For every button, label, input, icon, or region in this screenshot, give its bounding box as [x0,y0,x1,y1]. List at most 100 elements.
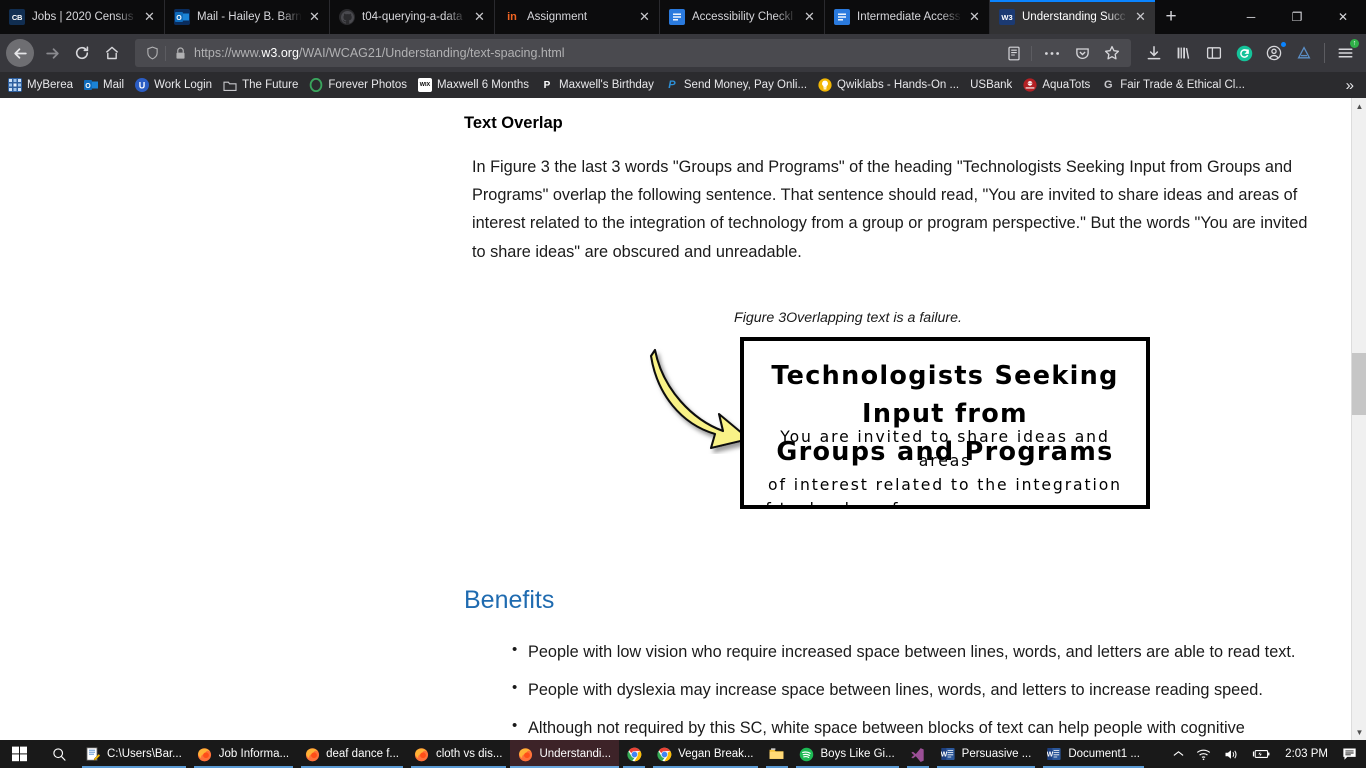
document-icon [669,9,685,25]
tab-close-icon[interactable]: ✕ [306,9,323,26]
grammarly-icon[interactable] [1229,38,1259,68]
bookmark-item[interactable]: Forever Photos [305,74,414,96]
browser-tab[interactable]: Accessibility Checkl ✕ [660,0,825,34]
list-item: People with low vision who require incre… [512,637,1312,666]
page-actions-ellipsis-icon[interactable] [1037,38,1067,68]
address-bar[interactable]: https://www.w3.org/WAI/WCAG21/Understand… [135,39,1131,67]
taskbar-item[interactable] [762,740,792,768]
battery-charging-icon[interactable] [1246,740,1277,768]
benefits-heading: Benefits [464,585,555,614]
scroll-down-icon[interactable]: ▼ [1352,724,1366,740]
reload-icon[interactable] [67,38,97,68]
tracking-protection-shield-icon[interactable] [141,46,163,60]
svg-text:O: O [85,83,91,90]
taskbar-item[interactable] [619,740,649,768]
browser-tab[interactable]: CB Jobs | 2020 Census ✕ [0,0,165,34]
tab-close-icon[interactable]: ✕ [141,9,158,26]
tab-close-icon[interactable]: ✕ [1132,9,1149,26]
browser-tab[interactable]: Intermediate Access ✕ [825,0,990,34]
pocket-icon[interactable] [1067,38,1097,68]
close-window-button[interactable]: ✕ [1320,0,1366,34]
toolbar-icons: ↑ [1139,38,1360,68]
wifi-icon[interactable] [1190,740,1218,768]
action-center-icon[interactable] [1336,747,1362,761]
taskbar-item[interactable]: W Document1 ... [1039,740,1148,768]
account-icon[interactable] [1259,38,1289,68]
scroll-up-icon[interactable]: ▲ [1352,98,1366,114]
new-tab-button[interactable]: + [1155,0,1187,34]
clock[interactable]: 2:03 PM [1277,748,1336,760]
notification-dot [1281,42,1286,47]
taskbar-item[interactable]: Boys Like Gi... [792,740,903,768]
divider [1031,45,1032,61]
bookmark-item[interactable]: WIX Maxwell 6 Months [414,74,536,96]
tab-close-icon[interactable]: ✕ [636,9,653,26]
home-icon[interactable] [97,38,127,68]
browser-tab[interactable]: t04-querying-a-data ✕ [330,0,495,34]
figure-heading-line: Groups and Programs [776,436,1114,467]
chrome-icon [656,746,672,762]
divider [165,45,166,61]
bookmark-item[interactable]: P Maxwell's Birthday [536,74,661,96]
extension-triangle-icon[interactable] [1289,38,1319,68]
tray-overflow-icon[interactable] [1167,740,1190,768]
spotify-icon [799,746,815,762]
figure-container: You are invited to share ideas and areas… [464,334,1324,524]
forward-icon[interactable] [37,38,67,68]
sidebar-icon[interactable] [1199,38,1229,68]
tab-close-icon[interactable]: ✕ [966,9,983,26]
update-badge-icon: ↑ [1350,39,1359,48]
taskbar-label: Document1 ... [1068,748,1140,760]
word-icon: W [1046,746,1062,762]
taskbar-item[interactable]: C:\Users\Bar... [78,740,190,768]
qwiklabs-icon [818,78,832,92]
bookmark-star-icon[interactable] [1097,38,1127,68]
divider [1324,43,1325,63]
bookmark-label: Maxwell 6 Months [436,79,530,91]
taskbar-item-active[interactable]: Understandi... [510,740,620,768]
taskbar-item[interactable]: deaf dance f... [297,740,407,768]
bookmark-item[interactable]: G Fair Trade & Ethical Cl... [1097,74,1252,96]
outlook-mail-icon: O [84,78,99,92]
svg-text:W: W [1047,752,1054,759]
firefox-icon [414,746,430,762]
minimize-button[interactable]: ─ [1228,0,1274,34]
bookmark-label: Fair Trade & Ethical Cl... [1120,79,1245,91]
tab-close-icon[interactable]: ✕ [801,9,818,26]
reader-mode-icon[interactable] [999,38,1029,68]
search-icon[interactable] [40,740,78,768]
bookmark-item[interactable]: The Future [219,74,305,96]
lock-icon[interactable] [171,46,189,60]
firefox-icon [304,746,320,762]
bookmark-item[interactable]: P Send Money, Pay Onli... [661,74,814,96]
taskbar-item[interactable]: cloth vs dis... [407,740,510,768]
bookmark-item[interactable]: U Work Login [131,74,219,96]
back-icon[interactable] [6,39,34,67]
bookmark-item[interactable]: USBank [966,74,1019,96]
bookmark-item[interactable]: MyBerea [4,74,80,96]
volume-icon[interactable] [1218,740,1246,768]
start-button[interactable] [0,740,40,768]
bookmarks-overflow-icon[interactable]: » [1338,77,1362,94]
bookmarks-bar: MyBerea O Mail U Work Login The Future F… [0,72,1366,98]
tab-title: Assignment [527,11,588,23]
page-scrollbar[interactable]: ▲ ▼ [1351,98,1366,740]
browser-tab[interactable]: O Mail - Hailey B. Barn ✕ [165,0,330,34]
restore-button[interactable]: ❐ [1274,0,1320,34]
library-icon[interactable] [1169,38,1199,68]
downloads-icon[interactable] [1139,38,1169,68]
bookmark-item[interactable]: O Mail [80,74,131,96]
app-menu-icon[interactable]: ↑ [1330,38,1360,68]
taskbar-item[interactable] [903,740,933,768]
browser-tab-active[interactable]: W3 Understanding Succ ✕ [990,0,1155,34]
bookmark-item[interactable]: Qwiklabs - Hands-On ... [814,74,966,96]
bookmark-label: MyBerea [27,79,74,91]
taskbar-label: Boys Like Gi... [820,748,895,760]
scrollbar-thumb[interactable] [1352,353,1366,415]
taskbar-item[interactable]: W Persuasive ... [933,740,1040,768]
tab-close-icon[interactable]: ✕ [471,9,488,26]
bookmark-item[interactable]: AquaTots [1019,74,1097,96]
browser-tab[interactable]: in Assignment ✕ [495,0,660,34]
taskbar-item[interactable]: Job Informa... [190,740,297,768]
taskbar-item[interactable]: Vegan Break... [649,740,761,768]
